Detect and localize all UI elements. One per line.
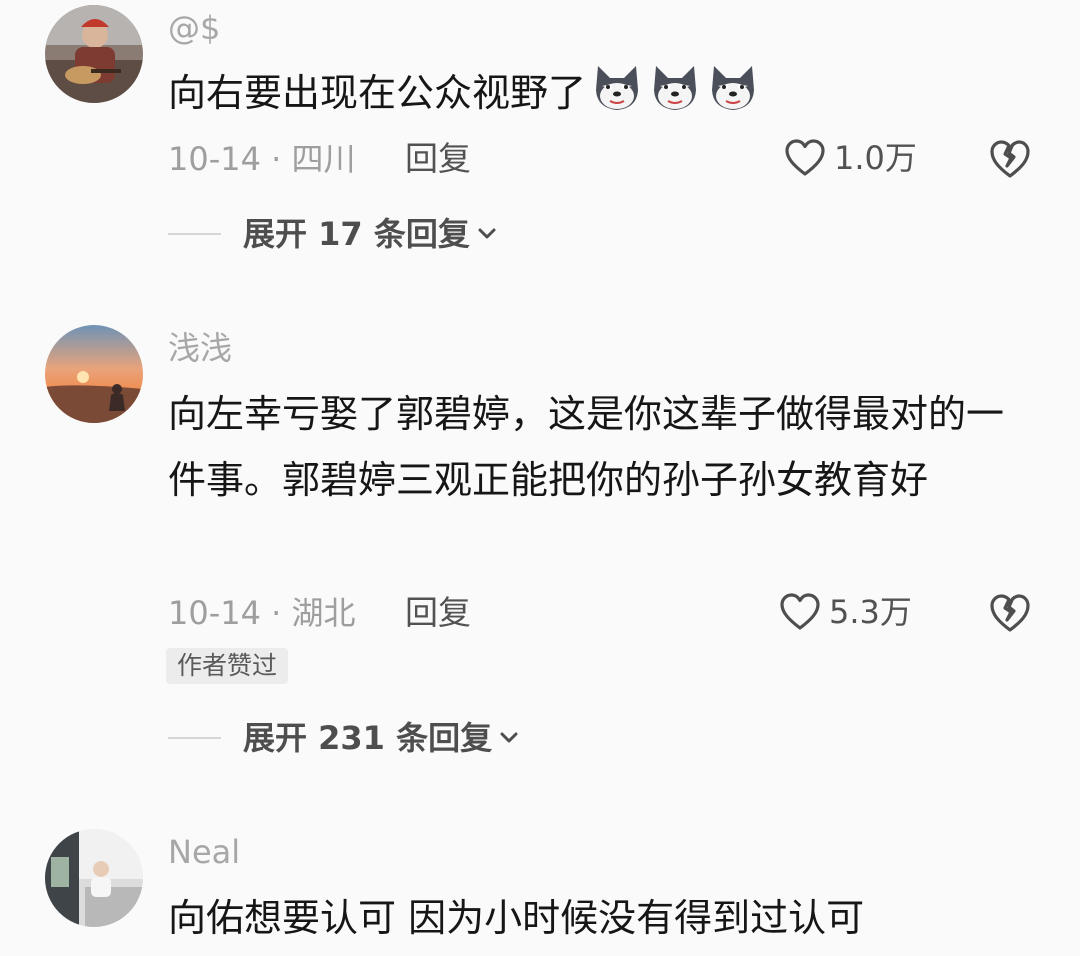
- expand-replies-button[interactable]: 展开 231 条回复: [168, 718, 520, 758]
- like-button[interactable]: 5.3万: [779, 592, 912, 632]
- dislike-button[interactable]: [988, 137, 1032, 181]
- comment-meta: 10-14 · 四川: [168, 140, 356, 178]
- chevron-down-icon: [500, 732, 518, 743]
- avatar[interactable]: [45, 325, 143, 423]
- husky-emoji-icon: [590, 60, 644, 114]
- reply-button[interactable]: 回复: [405, 139, 471, 179]
- avatar[interactable]: [45, 5, 143, 103]
- comment-text: 向佑想要认可 因为小时候没有得到过认可: [168, 896, 865, 940]
- broken-heart-icon: [990, 140, 1030, 178]
- chevron-down-icon: [478, 228, 496, 239]
- like-count: 5.3万: [829, 593, 912, 631]
- like-button[interactable]: 1.0万: [784, 138, 917, 178]
- comment-meta: 10-14 · 湖北: [168, 594, 356, 632]
- divider: [168, 233, 221, 235]
- like-count: 1.0万: [834, 139, 917, 177]
- comment-list: @$ 向右要出现在公众视野了 10-14 · 四川 回复 1.0万 展开 17 …: [0, 0, 1080, 956]
- username[interactable]: @$: [168, 8, 220, 48]
- expand-replies-label: 展开 231 条回复: [243, 719, 493, 757]
- comment-text: 向右要出现在公众视野了: [168, 60, 1018, 125]
- broken-heart-icon: [990, 594, 1030, 632]
- heart-outline-icon: [780, 593, 820, 630]
- comment-text: 向左幸亏娶了郭碧婷，这是你这辈子做得最对的一件事。郭碧婷三观正能把你的孙子孙女教…: [168, 392, 1005, 502]
- husky-emoji-icon: [648, 60, 702, 114]
- heart-outline-icon: [785, 139, 825, 176]
- comment-text-content: 向右要出现在公众视野了: [168, 71, 587, 115]
- username[interactable]: Neal: [168, 832, 240, 872]
- author-liked-badge: 作者赞过: [166, 648, 289, 684]
- username[interactable]: 浅浅: [168, 328, 232, 368]
- reply-button[interactable]: 回复: [405, 593, 471, 633]
- dislike-button[interactable]: [988, 591, 1032, 635]
- husky-emoji-icon: [706, 60, 760, 114]
- divider: [168, 737, 221, 739]
- expand-replies-label: 展开 17 条回复: [243, 215, 470, 253]
- expand-replies-button[interactable]: 展开 17 条回复: [168, 214, 498, 254]
- avatar[interactable]: [45, 829, 143, 927]
